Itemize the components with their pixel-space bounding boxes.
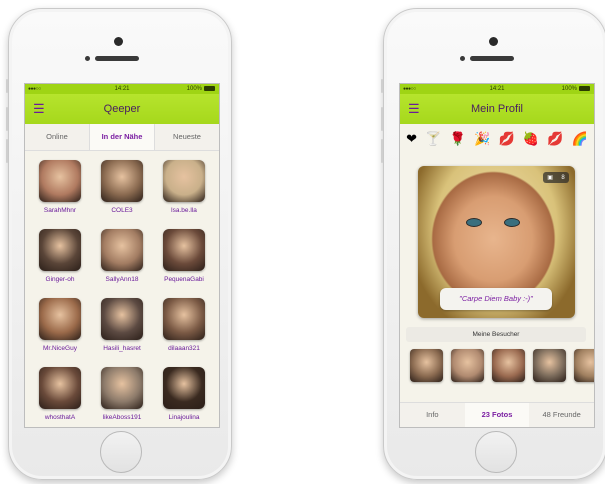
segment-online[interactable]: Online <box>25 124 89 150</box>
gift-emoji-icon[interactable]: 🍸 <box>425 132 441 145</box>
avatar[interactable] <box>39 298 81 340</box>
screen-nearby: ●●●○○ 14:21 100% ☰ Qeeper Online In der N… <box>24 83 220 428</box>
segment-neueste[interactable]: Neueste <box>155 124 219 150</box>
photo-eye-left <box>466 218 482 227</box>
emoji-gift-bar: ❤ 🍸 🌹 🎉 💋 🍓 💋 🌈 <box>400 124 594 152</box>
username-label: SallyAnn18 <box>105 276 139 283</box>
volume-up-button <box>381 107 383 131</box>
battery-percent: 100% <box>186 85 202 92</box>
gift-emoji-icon[interactable]: 🌹 <box>450 132 466 145</box>
avatar[interactable] <box>39 367 81 409</box>
avatar[interactable] <box>101 298 143 340</box>
camera-icon: ▣ <box>547 175 553 181</box>
user-grid: SarahMhnr COLE3 lsa.be.lla Ginger-oh SallyAn… <box>25 151 219 427</box>
home-button[interactable] <box>100 431 142 473</box>
username-label: Linajoulina <box>168 414 200 421</box>
profile-quote: "Carpe Diem Baby :-)" <box>440 288 552 310</box>
username-label: likeAboss191 <box>102 414 142 421</box>
avatar[interactable] <box>163 298 205 340</box>
user-card[interactable]: Linajoulina <box>153 367 215 427</box>
user-card[interactable]: Hasili_hasret <box>91 298 153 367</box>
earpiece-speaker <box>470 56 514 61</box>
username-label: PequenaGabi <box>164 276 204 283</box>
gift-emoji-icon[interactable]: ❤ <box>406 132 417 145</box>
battery-icon <box>579 86 590 91</box>
username-label: COLE3 <box>111 207 133 214</box>
status-bar: ●●●○○ 14:21 100% <box>400 84 594 94</box>
gift-emoji-icon[interactable]: 💋 <box>547 132 563 145</box>
user-card[interactable]: COLE3 <box>91 160 153 229</box>
user-card[interactable]: Mr.NiceGuy <box>29 298 91 367</box>
user-card[interactable]: PequenaGabi <box>153 229 215 298</box>
user-card[interactable]: whosthatA <box>29 367 91 427</box>
phone-left: ●●●○○ 14:21 100% ☰ Qeeper Online In der N… <box>6 8 232 480</box>
user-card[interactable]: lsa.be.lla <box>153 160 215 229</box>
gift-emoji-icon[interactable]: 🌈 <box>572 132 588 145</box>
mute-switch <box>6 79 8 93</box>
username-label: Mr.NiceGuy <box>43 345 77 352</box>
screen-profile: ●●●○○ 14:21 100% ☰ Mein Profil ❤ 🍸 🌹 🎉 💋 🍓 💋 🌈 … <box>399 83 595 428</box>
visitor-avatar[interactable] <box>410 349 443 382</box>
username-label: dilaaan321 <box>168 345 200 352</box>
segment-control: Online In der Nähe Neueste <box>25 124 219 151</box>
avatar[interactable] <box>163 229 205 271</box>
visitor-thumbnails <box>410 349 594 382</box>
nav-bar: ☰ Mein Profil <box>400 94 594 124</box>
visitor-avatar[interactable] <box>492 349 525 382</box>
visitor-avatar[interactable] <box>574 349 594 382</box>
front-camera <box>114 37 123 46</box>
avatar[interactable] <box>101 160 143 202</box>
volume-down-button <box>6 139 8 163</box>
profile-photo[interactable]: ▣ 8 "Carpe Diem Baby :-)" <box>418 166 575 318</box>
home-button[interactable] <box>475 431 517 473</box>
user-card[interactable]: likeAboss191 <box>91 367 153 427</box>
segment-in-der-n-he[interactable]: In der Nähe <box>89 124 155 150</box>
photo-counter-value: 8 <box>561 174 565 181</box>
volume-up-button <box>6 107 8 131</box>
user-card[interactable]: SallyAnn18 <box>91 229 153 298</box>
status-bar: ●●●○○ 14:21 100% <box>25 84 219 94</box>
avatar[interactable] <box>163 367 205 409</box>
username-label: Ginger-oh <box>45 276 75 283</box>
nav-bar: ☰ Qeeper <box>25 94 219 124</box>
gift-emoji-icon[interactable]: 💋 <box>498 132 514 145</box>
avatar[interactable] <box>39 229 81 271</box>
gift-emoji-icon[interactable]: 🍓 <box>523 132 539 145</box>
avatar[interactable] <box>101 367 143 409</box>
username-label: Hasili_hasret <box>103 345 141 352</box>
mute-switch <box>381 79 383 93</box>
proximity-sensor <box>85 56 90 61</box>
earpiece-speaker <box>95 56 139 61</box>
proximity-sensor <box>460 56 465 61</box>
profile-tab-bar: Info 23 Fotos 48 Freunde <box>400 402 594 427</box>
tab-info[interactable]: Info <box>400 403 465 427</box>
tab-48-freunde[interactable]: 48 Freunde <box>529 403 594 427</box>
user-card[interactable]: dilaaan321 <box>153 298 215 367</box>
username-label: whosthatA <box>44 414 76 421</box>
username-label: SarahMhnr <box>43 207 77 214</box>
user-card[interactable]: SarahMhnr <box>29 160 91 229</box>
tab-23-fotos[interactable]: 23 Fotos <box>464 403 530 427</box>
user-card[interactable]: Ginger-oh <box>29 229 91 298</box>
username-label: lsa.be.lla <box>171 207 197 214</box>
avatar[interactable] <box>163 160 205 202</box>
battery-percent: 100% <box>561 85 577 92</box>
phone-right: ●●●○○ 14:21 100% ☰ Mein Profil ❤ 🍸 🌹 🎉 💋 🍓 💋 🌈 … <box>381 8 605 480</box>
photo-eye-right <box>504 218 520 227</box>
battery-icon <box>204 86 215 91</box>
battery-indicator: 100% <box>187 86 215 92</box>
avatar[interactable] <box>39 160 81 202</box>
visitor-avatar[interactable] <box>451 349 484 382</box>
volume-down-button <box>381 139 383 163</box>
nav-title: Mein Profil <box>471 103 523 115</box>
photo-counter[interactable]: ▣ 8 <box>543 172 569 183</box>
nav-title: Qeeper <box>103 103 141 115</box>
battery-indicator: 100% <box>562 86 590 92</box>
visitor-avatar[interactable] <box>533 349 566 382</box>
visitors-header: Meine Besucher <box>406 327 586 342</box>
gift-emoji-icon[interactable]: 🎉 <box>474 132 490 145</box>
front-camera <box>489 37 498 46</box>
avatar[interactable] <box>101 229 143 271</box>
